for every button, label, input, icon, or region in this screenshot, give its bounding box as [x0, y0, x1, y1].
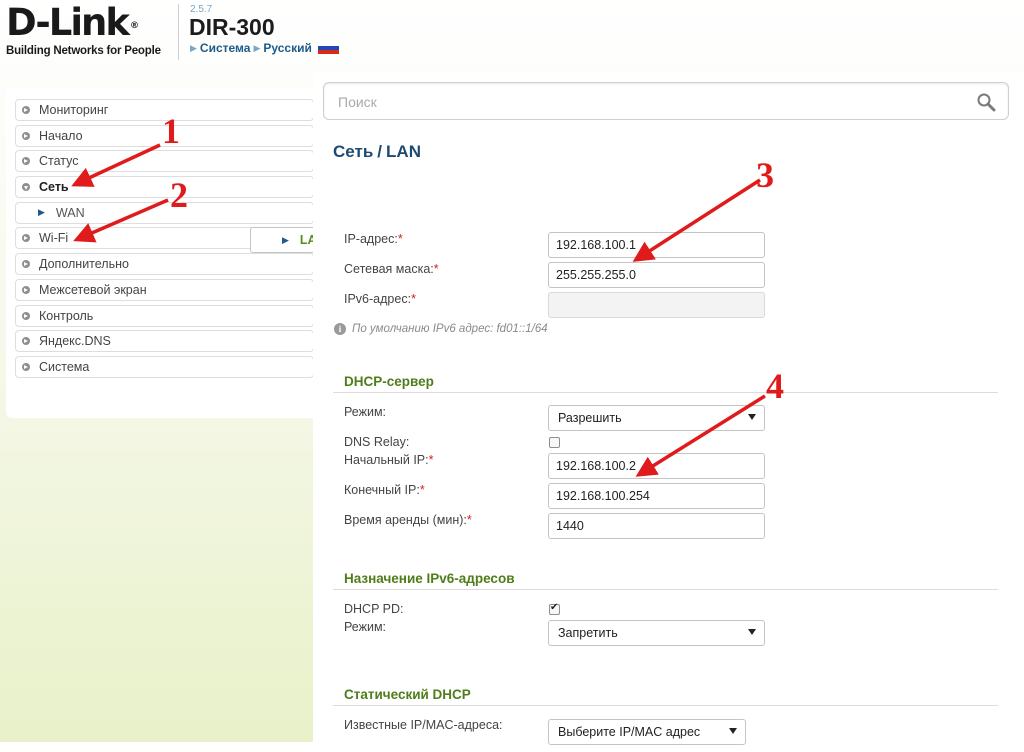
chevron-down-icon [22, 183, 30, 192]
search-box [323, 82, 1009, 121]
dns-relay-checkbox[interactable] [549, 437, 560, 448]
chevron-right-icon [22, 234, 30, 243]
required-mark: * [433, 262, 439, 276]
ip-address-label: IP-адрес:* [344, 232, 403, 246]
ipv6-hint: i По умолчанию IPv6 адрес: fd01::1/64 [334, 323, 548, 335]
required-mark: * [466, 513, 472, 527]
logo-tagline: Building Networks for People [6, 45, 161, 57]
end-ip-field[interactable] [548, 483, 765, 509]
ipv6-assign-section-title: Назначение IPv6-адресов [344, 571, 515, 586]
chevron-right-icon [22, 311, 30, 320]
ipv6-mode-select[interactable]: Запретить [548, 620, 765, 646]
chevron-right-icon [22, 157, 30, 166]
ipv6-assign-section-header: Назначение IPv6-адресов [333, 565, 998, 590]
sidebar-item-network[interactable]: Сеть [15, 176, 314, 199]
dhcp-section-title: DHCP-сервер [344, 374, 434, 389]
end-ip-label: Конечный IP:* [344, 483, 425, 497]
subnet-mask-field[interactable] [548, 262, 765, 288]
dropdown-arrow-icon [748, 629, 756, 635]
sidebar-item-label: Начало [39, 128, 83, 143]
chevron-right-icon [22, 106, 30, 114]
sidebar-item-start[interactable]: Начало [15, 124, 314, 147]
system-link[interactable]: Система [200, 41, 251, 55]
sidebar-subitem-wan[interactable]: ▶ WAN [15, 201, 314, 224]
ipv6-hint-text: По умолчанию IPv6 адрес: fd01::1/64 [352, 323, 548, 335]
sidebar-item-firewall[interactable]: Межсетевой экран [15, 278, 314, 301]
dhcp-mode-label: Режим: [344, 405, 387, 419]
dropdown-arrow-icon [729, 728, 737, 734]
chevron-right-icon [22, 285, 30, 294]
sidebar-menu: Мониторинг Начало Статус Сеть ▶WAN ▶LAN … [15, 99, 467, 382]
sidebar-item-label: Сеть [39, 180, 69, 195]
dhcp-mode-select[interactable]: Разрешить [548, 405, 765, 431]
logo-registered-mark: ® [129, 21, 139, 31]
main-panel: Сеть/LAN IP-адрес:* Сетевая маска:* IPv6… [313, 72, 1024, 752]
search-icon[interactable] [976, 92, 996, 112]
sidebar-item-label: Дополнительно [39, 257, 129, 272]
dhcp-pd-label: DHCP PD: [344, 602, 404, 616]
required-mark: * [411, 292, 416, 306]
known-addresses-select[interactable]: Выберите IP/MAC адрес [548, 719, 746, 745]
dlink-logo: D-Link ® Building Networks for People [6, 1, 168, 58]
lease-time-label: Время аренды (мин):* [344, 513, 472, 527]
language-link[interactable]: Русский [263, 41, 312, 55]
search-input[interactable] [324, 83, 940, 121]
dropdown-arrow-icon [748, 414, 756, 420]
triangle-right-icon: ▶ [190, 42, 197, 53]
start-ip-label: Начальный IP:* [344, 453, 434, 467]
sidebar-item-system[interactable]: Система [15, 355, 314, 378]
device-model: DIR-300 [189, 14, 275, 40]
info-icon: i [334, 323, 346, 335]
sidebar-item-advanced[interactable]: Дополнительно [15, 253, 314, 276]
chevron-right-icon [22, 260, 30, 269]
logo-text: D-Link [6, 1, 130, 44]
breadcrumb-current: LAN [386, 142, 421, 161]
known-addresses-label: Известные IP/MAC-адреса: [344, 718, 503, 732]
header-divider [178, 4, 179, 60]
ipv6-mode-value: Запретить [558, 626, 618, 640]
russian-flag-icon[interactable] [317, 42, 339, 54]
triangle-right-icon: ▶ [282, 234, 289, 245]
ipv6-address-field[interactable] [548, 292, 765, 318]
sidebar-item-label: Wi-Fi [39, 231, 69, 246]
sidebar-item-label: Статус [39, 154, 79, 169]
sidebar-item-label: Межсетевой экран [39, 282, 147, 297]
sidebar-item-label: Контроль [39, 308, 94, 323]
sidebar-item-monitoring[interactable]: Мониторинг [15, 99, 314, 121]
sidebar-item-yandex-dns[interactable]: Яндекс.DNS [15, 330, 314, 353]
triangle-right-icon: ▶ [253, 42, 261, 53]
dhcp-mode-value: Разрешить [558, 411, 622, 425]
ipv6-address-label: IPv6-адрес:* [344, 292, 416, 306]
start-ip-field[interactable] [548, 453, 765, 479]
sidebar-item-status[interactable]: Статус [15, 150, 314, 173]
dhcp-pd-checkbox[interactable] [549, 602, 560, 615]
chevron-right-icon [22, 131, 30, 140]
sidebar-item-control[interactable]: Контроль [15, 304, 314, 327]
dns-relay-label: DNS Relay: [344, 435, 410, 449]
dhcp-section-header: DHCP-сервер [333, 368, 998, 393]
page-title: Сеть / LAN [333, 142, 421, 162]
header-links: ▶ Система ▶ Русский [190, 41, 339, 55]
triangle-right-icon: ▶ [38, 207, 45, 218]
known-addresses-value: Выберите IP/MAC адрес [558, 725, 701, 739]
sidebar-item-label: Система [39, 359, 90, 374]
lease-time-field[interactable] [548, 513, 765, 539]
sidebar-item-label: Яндекс.DNS [39, 334, 111, 349]
ip-address-field[interactable] [548, 232, 765, 258]
subnet-mask-label: Сетевая маска:* [344, 262, 439, 276]
required-mark: * [397, 232, 403, 246]
ipv6-mode-label: Режим: [344, 620, 387, 634]
chevron-right-icon [22, 337, 30, 346]
sidebar-item-label: WAN [55, 205, 85, 220]
breadcrumb-parent: Сеть [333, 142, 374, 161]
required-mark: * [428, 453, 434, 467]
required-mark: * [419, 483, 425, 497]
sidebar-item-label: Мониторинг [39, 103, 109, 117]
breadcrumb-separator: / [377, 142, 383, 161]
static-dhcp-section-header: Статический DHCP [333, 681, 998, 706]
static-dhcp-section-title: Статический DHCP [344, 687, 471, 702]
chevron-right-icon [22, 362, 30, 371]
